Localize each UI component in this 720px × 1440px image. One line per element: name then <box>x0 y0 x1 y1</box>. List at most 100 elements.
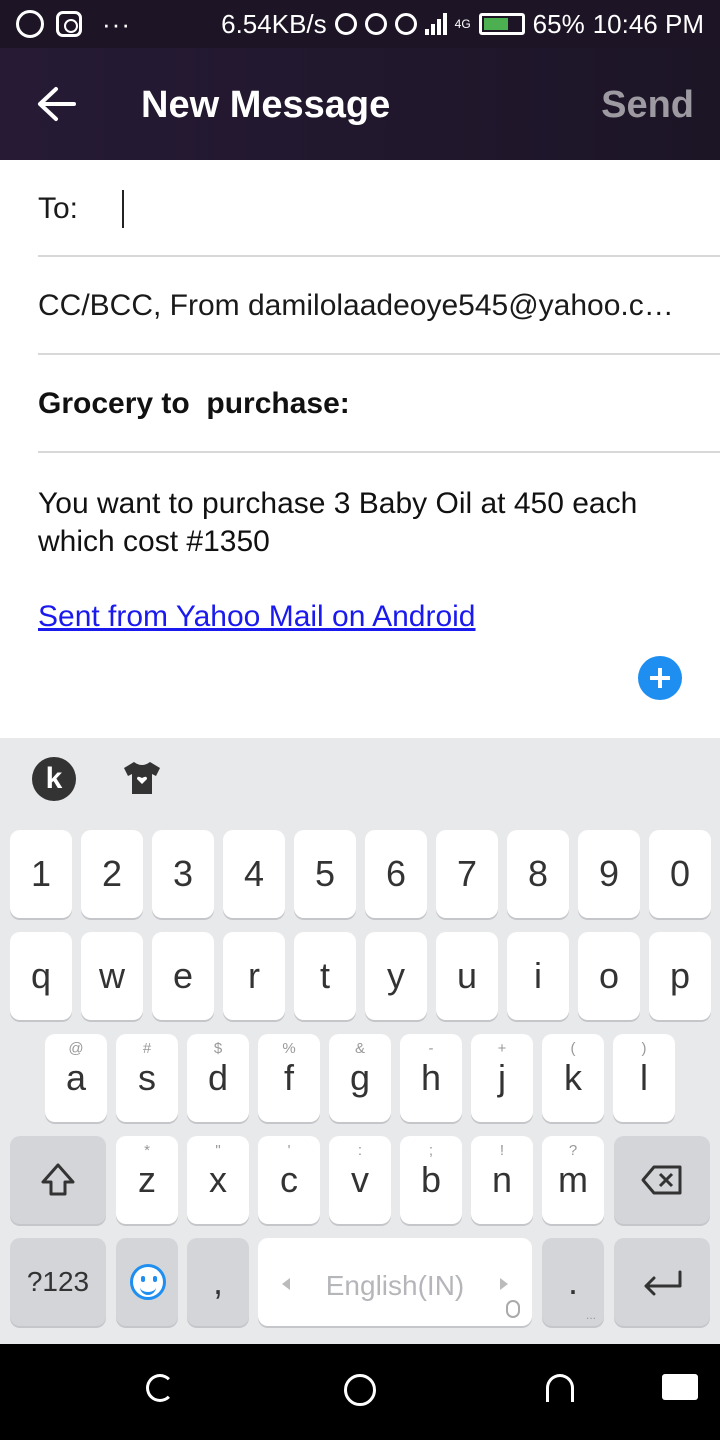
recents-icon[interactable] <box>146 1374 174 1402</box>
key-hint: $ <box>213 1040 223 1057</box>
key-label: f <box>283 1057 294 1098</box>
cc-bcc-from-field[interactable]: CC/BCC, From damilolaadeoye545@yahoo.c… <box>38 257 720 355</box>
battery-icon <box>478 13 525 35</box>
key-hint: ; <box>428 1142 434 1159</box>
key-y[interactable]: y <box>365 932 427 1020</box>
to-field[interactable]: To: <box>38 160 720 257</box>
back-arrow-icon[interactable] <box>36 86 76 122</box>
key-8[interactable]: 8 <box>507 830 569 918</box>
key-0[interactable]: 0 <box>649 830 711 918</box>
key-c[interactable]: ' c <box>258 1136 320 1224</box>
key-label: 4 <box>243 853 265 894</box>
network-type: 4G <box>454 17 471 31</box>
key-s[interactable]: # s <box>116 1034 178 1122</box>
key-label: n <box>491 1159 513 1200</box>
key-m[interactable]: ? m <box>542 1136 604 1224</box>
cc-bcc-from-label: CC/BCC, From damilolaadeoye545@yahoo.c… <box>38 289 674 322</box>
key-label: . <box>567 1261 578 1302</box>
key-o[interactable]: o <box>578 932 640 1020</box>
key-hint: ( <box>570 1040 576 1057</box>
kika-logo-icon[interactable]: k <box>32 757 76 801</box>
key-6[interactable]: 6 <box>365 830 427 918</box>
key-label: b <box>420 1159 442 1200</box>
key-h[interactable]: -h <box>400 1034 462 1122</box>
subject-field[interactable]: Grocery to purchase: <box>38 355 720 453</box>
key-9[interactable]: 9 <box>578 830 640 918</box>
key-v[interactable]: :v <box>329 1136 391 1224</box>
key-z[interactable]: * z <box>116 1136 178 1224</box>
signal-icon <box>424 13 447 35</box>
key-g[interactable]: & g <box>329 1034 391 1122</box>
key-label: r <box>248 955 260 996</box>
key-hint: + <box>497 1040 507 1057</box>
backspace-key[interactable] <box>614 1136 710 1224</box>
key-u[interactable]: u <box>436 932 498 1020</box>
key-n[interactable]: ! n <box>471 1136 533 1224</box>
key-label: 7 <box>456 853 478 894</box>
key-label: g <box>349 1057 371 1098</box>
shift-key[interactable] <box>10 1136 106 1224</box>
key-label: o <box>598 955 620 996</box>
period-key[interactable]: .... <box>542 1238 604 1326</box>
clock: 10:46 PM <box>592 8 704 39</box>
key-label: t <box>319 955 330 996</box>
signature-link[interactable]: Sent from Yahoo Mail on Android <box>38 600 476 634</box>
whatsapp-icon <box>16 10 44 38</box>
key-label: k <box>564 1057 582 1098</box>
key-label: x <box>209 1159 227 1200</box>
comma-key[interactable]: , <box>187 1238 249 1326</box>
key-5[interactable]: 5 <box>294 830 356 918</box>
key-l[interactable]: ) l <box>613 1034 675 1122</box>
send-button[interactable]: Send <box>601 84 694 127</box>
key-r[interactable]: r <box>223 932 285 1020</box>
home-icon[interactable] <box>344 1374 376 1406</box>
key-label: a <box>65 1057 87 1098</box>
enter-key[interactable] <box>614 1238 710 1326</box>
subject-text: Grocery to purchase: <box>38 387 350 420</box>
key-w[interactable]: w <box>81 932 143 1020</box>
symbols-key[interactable]: ?123 <box>10 1238 106 1326</box>
space-key[interactable]: English(IN) <box>258 1238 532 1326</box>
add-attachment-button[interactable] <box>638 656 682 700</box>
key-7[interactable]: 7 <box>436 830 498 918</box>
keyboard: k 1 q 2 w 3 e 4 r 5 t 6 y 7 u 8 i 9 o 0 p @ a # s $ d% f & g - h + j(k) l… <box>0 738 720 1344</box>
key-hint: " <box>215 1142 221 1159</box>
message-body[interactable]: You want to purchase 3 Baby Oil at 450 e… <box>38 485 698 561</box>
key-j[interactable]: + j <box>471 1034 533 1122</box>
enter-icon <box>644 1270 682 1296</box>
key-label: 2 <box>101 853 123 894</box>
emoji-key[interactable] <box>116 1238 178 1326</box>
back-nav-icon[interactable] <box>546 1374 574 1402</box>
to-label: To: <box>38 192 79 225</box>
key-q[interactable]: q <box>10 932 72 1020</box>
key-4[interactable]: 4 <box>223 830 285 918</box>
theme-shirt-icon[interactable] <box>122 760 162 796</box>
key-p[interactable]: p <box>649 932 711 1020</box>
key-3[interactable]: 3 <box>152 830 214 918</box>
key-k[interactable]: (k <box>542 1034 604 1122</box>
hotspot-icon <box>334 13 357 35</box>
key-1[interactable]: 1 <box>10 830 72 918</box>
key-i[interactable]: i <box>507 932 569 1020</box>
emoji-icon <box>130 1264 166 1300</box>
dnd-icon <box>364 13 387 35</box>
key-label: 8 <box>527 853 549 894</box>
key-x[interactable]: " x <box>187 1136 249 1224</box>
key-2[interactable]: 2 <box>81 830 143 918</box>
key-a[interactable]: @ a <box>45 1034 107 1122</box>
key-label: s <box>138 1057 156 1098</box>
key-label: h <box>420 1057 442 1098</box>
key-b[interactable]: ; b <box>400 1136 462 1224</box>
backspace-icon <box>641 1165 682 1195</box>
key-hint: ! <box>499 1142 505 1159</box>
status-bar: ··· 6.54KB/s 4G 65% 10:46 PM <box>0 0 720 48</box>
key-label: l <box>640 1057 648 1098</box>
keyboard-switch-icon[interactable] <box>662 1374 698 1400</box>
key-hint: * <box>144 1142 150 1159</box>
key-f[interactable]: % f <box>258 1034 320 1122</box>
text-cursor <box>122 190 124 228</box>
key-d[interactable]: $ d <box>187 1034 249 1122</box>
key-t[interactable]: t <box>294 932 356 1020</box>
key-e[interactable]: e <box>152 932 214 1020</box>
key-hint: ? <box>568 1142 578 1159</box>
